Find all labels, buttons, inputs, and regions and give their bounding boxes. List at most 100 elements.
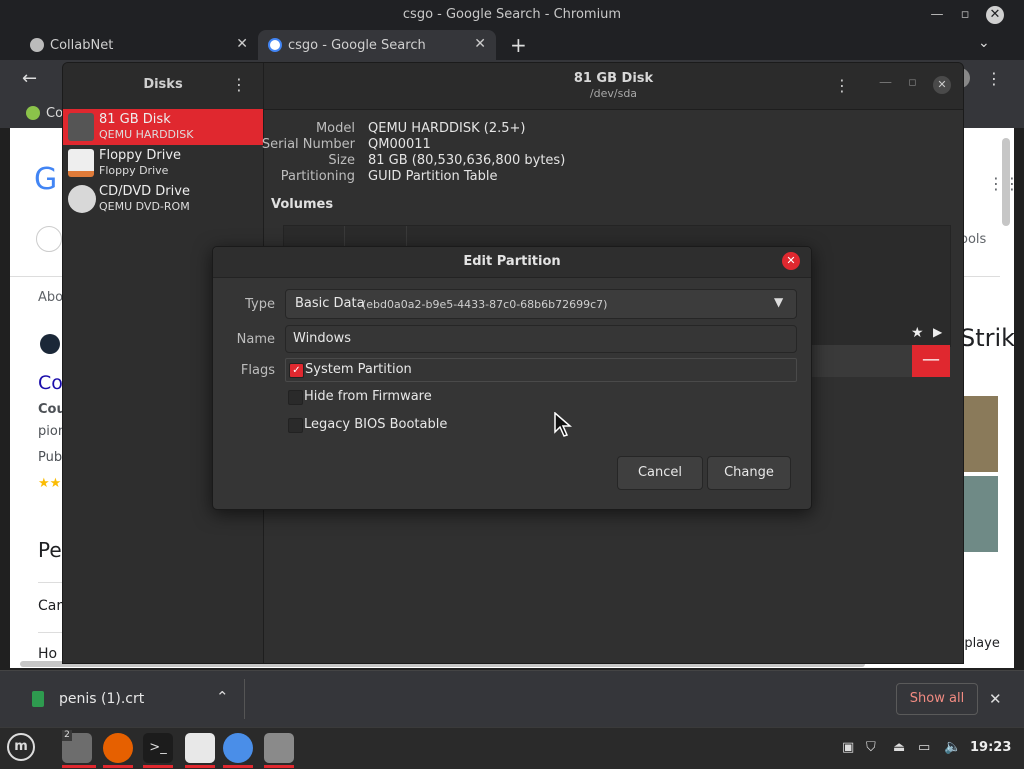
flag-legacy-bios-bootable[interactable]: Legacy BIOS Bootable [285, 414, 585, 436]
drive-name: 81 GB Disk [99, 112, 171, 127]
terminal-icon[interactable]: >_ [143, 733, 173, 763]
optical-disc-icon [68, 185, 96, 213]
change-button[interactable]: Change [707, 456, 791, 490]
browser-window-title: csgo - Google Search - Chromium [402, 7, 622, 22]
name-value: Windows [293, 331, 352, 346]
drive-name: Floppy Drive [99, 148, 182, 163]
rating-stars: ★★ [38, 476, 62, 491]
downloads-bar: penis (1).crt ⌃ Show all ✕ [0, 670, 1024, 728]
bookmark-label[interactable]: Co [46, 106, 63, 121]
clock[interactable]: 19:23 [970, 740, 1011, 755]
google-icon [268, 38, 282, 52]
game-image[interactable] [964, 476, 998, 552]
type-dropdown[interactable]: Basic Data (ebd0a0a2-b9e5-4433-87c0-68b6… [285, 289, 797, 319]
checkbox[interactable] [288, 390, 303, 405]
info-label-model: Model [315, 121, 355, 136]
tab-google-search[interactable]: csgo - Google Search ✕ [258, 30, 496, 60]
tab-bar: CollabNet ✕ csgo - Google Search ✕ + ⌄ [0, 30, 1024, 60]
download-filename[interactable]: penis (1).crt [59, 691, 144, 707]
clipboard-icon[interactable]: ▣ [842, 740, 854, 755]
info-label-partitioning: Partitioning [280, 169, 355, 184]
scrollbar-thumb[interactable] [1002, 138, 1010, 226]
back-icon[interactable]: ← [22, 68, 37, 89]
show-all-button[interactable]: Show all [896, 683, 978, 715]
knowledge-panel-title: Strik [960, 324, 1016, 352]
flags-label: Flags [240, 363, 275, 378]
about-text: Abo [38, 290, 64, 305]
checkbox[interactable] [288, 418, 303, 433]
close-tab-icon[interactable]: ✕ [474, 36, 486, 52]
volume-icon[interactable]: 🔈 [944, 739, 961, 755]
info-value-serial: QM00011 [368, 137, 431, 152]
disks-sidebar-header: Disks ⋮ [63, 63, 264, 110]
star-icon[interactable]: ★ [911, 325, 924, 341]
text-editor-icon[interactable] [185, 733, 215, 763]
drive-menu-icon[interactable]: ⋮ [834, 76, 850, 95]
new-tab-icon[interactable]: + [510, 33, 527, 57]
flag-label: System Partition [305, 362, 412, 377]
close-downloads-icon[interactable]: ✕ [989, 690, 1002, 708]
globe-icon [30, 38, 44, 52]
type-guid: (ebd0a0a2-b9e5-4433-87c0-68b6b72699c7) [362, 298, 608, 311]
chevron-up-icon[interactable]: ⌃ [216, 688, 229, 706]
drive-name: CD/DVD Drive [99, 184, 190, 199]
name-label: Name [236, 332, 275, 347]
flag-hide-from-firmware[interactable]: Hide from Firmware [285, 386, 585, 408]
drive-item-cd-dvd[interactable]: CD/DVD Drive QEMU DVD-ROM [63, 181, 263, 217]
play-icon[interactable]: ▶ [933, 325, 942, 339]
close-icon[interactable]: ✕ [933, 76, 951, 94]
close-tab-icon[interactable]: ✕ [236, 36, 248, 52]
tab-label: CollabNet [50, 38, 114, 53]
flag-system-partition[interactable]: ✓ System Partition [285, 358, 797, 382]
type-label: Type [245, 297, 275, 312]
minimize-icon[interactable]: — [928, 6, 946, 24]
type-value: Basic Data [295, 296, 365, 311]
drive-model: QEMU HARDDISK [99, 128, 194, 141]
google-logo: G [34, 162, 58, 197]
network-icon[interactable]: ▭ [918, 740, 930, 755]
taskbar: m 2 >_ ▣ ⛉ ⏏ ▭ 🔈 19:23 [0, 727, 1024, 769]
result-title[interactable]: Co [38, 372, 63, 394]
faq-item[interactable]: Ho [38, 646, 57, 662]
firefox-icon[interactable] [103, 733, 133, 763]
maximize-icon[interactable]: ▫ [908, 75, 917, 90]
info-label-size: Size [328, 153, 355, 168]
updates-icon[interactable]: ⏏ [893, 740, 905, 755]
search-chip[interactable] [36, 226, 62, 252]
mint-menu-icon[interactable]: m [7, 733, 35, 761]
mouse-cursor-icon [554, 412, 573, 437]
close-icon[interactable]: ✕ [986, 6, 1004, 24]
info-value-model: QEMU HARDDISK (2.5+) [368, 121, 526, 136]
drive-model: Floppy Drive [99, 164, 169, 177]
maximize-icon[interactable]: ▫ [956, 6, 974, 24]
chromium-icon[interactable] [223, 733, 253, 763]
disk-device-path: /dev/sda [589, 87, 638, 100]
game-image[interactable] [964, 396, 998, 472]
name-input[interactable]: Windows [285, 325, 797, 353]
shield-icon[interactable]: ⛉ [866, 740, 876, 755]
flag-label: Legacy BIOS Bootable [304, 417, 448, 432]
result-snippet: Pub [38, 450, 63, 465]
workspace-badge: 2 [62, 730, 72, 741]
tab-collabnet[interactable]: CollabNet ✕ [20, 30, 258, 60]
edit-partition-dialog: Edit Partition ✕ Type Basic Data (ebd0a0… [212, 246, 812, 510]
disk-title: 81 GB Disk [573, 71, 654, 86]
dropdown-arrow-icon: ▼ [774, 295, 784, 309]
browser-titlebar: csgo - Google Search - Chromium — ▫ ✕ [0, 0, 1024, 30]
faq-item[interactable]: Car [38, 598, 62, 614]
delete-partition-button[interactable]: — [912, 345, 950, 377]
dialog-header: Edit Partition ✕ [213, 247, 811, 278]
minimize-icon[interactable]: — [879, 75, 892, 90]
close-icon[interactable]: ✕ [782, 252, 800, 270]
info-label-serial: Serial Number [261, 137, 355, 152]
disks-main-header: 81 GB Disk /dev/sda ⋮ — ▫ ✕ [264, 63, 963, 110]
tab-search-chevron-icon[interactable]: ⌄ [978, 35, 990, 51]
bookmark-icon [26, 106, 40, 120]
checkbox-checked-icon[interactable]: ✓ [289, 363, 304, 378]
dialog-title: Edit Partition [463, 254, 561, 269]
cancel-button[interactable]: Cancel [617, 456, 703, 490]
app-menu-icon[interactable]: ⋮ [231, 75, 247, 94]
flag-label: Hide from Firmware [304, 389, 432, 404]
disks-app-icon[interactable] [264, 733, 294, 763]
menu-dots-icon[interactable]: ⋮ [986, 69, 1002, 88]
